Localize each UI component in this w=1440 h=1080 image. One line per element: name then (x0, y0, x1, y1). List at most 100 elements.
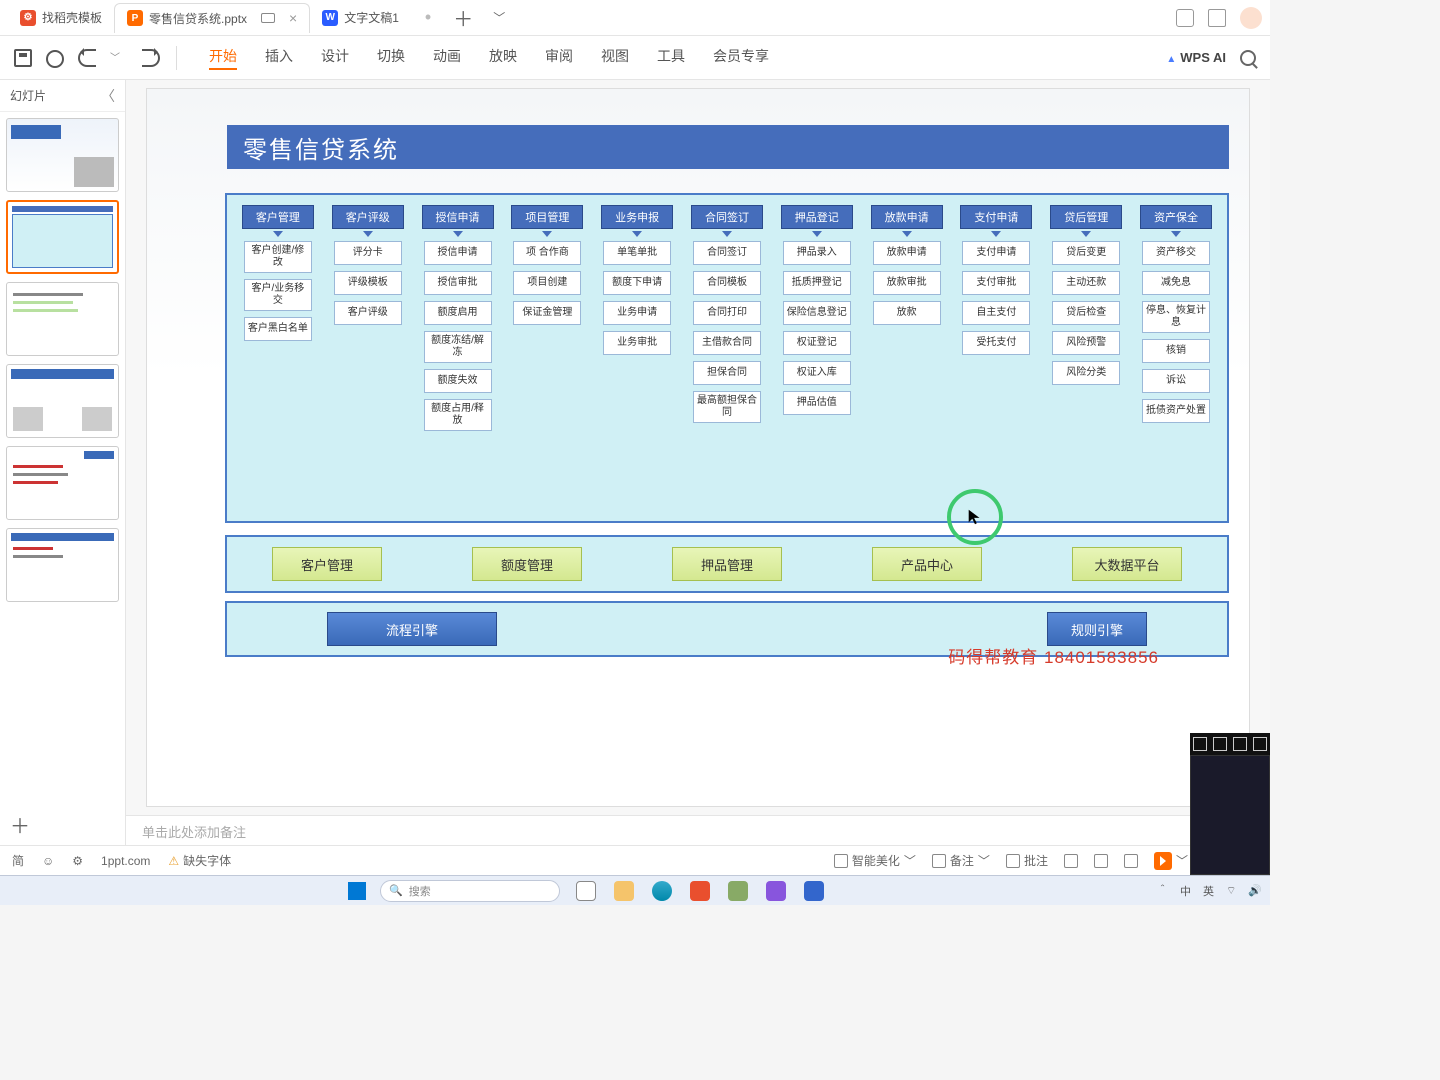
taskbar: 🔍 搜索 ＾ 中 英 ⌔ 🔊 (0, 875, 1270, 905)
notes-area[interactable]: 单击此处添加备注 (126, 815, 1270, 845)
column: 资产保全资产移交减免息停息、恢复计息核销诉讼抵债资产处置 (1133, 205, 1219, 511)
window-icon[interactable] (261, 13, 275, 23)
slide[interactable]: 零售信贷系统 客户管理客户创建/修改客户/业务移交客户黑白名单客户评级评分卡评级… (146, 88, 1250, 807)
thumbnail[interactable] (6, 118, 119, 192)
windows-start-icon[interactable] (348, 882, 366, 900)
menu-animation[interactable]: 动画 (433, 46, 461, 70)
webcam-controls[interactable] (1190, 733, 1270, 755)
wps-ai-button[interactable]: WPS AI (1166, 50, 1226, 65)
status-source: 1ppt.com (101, 854, 150, 868)
column: 客户管理客户创建/修改客户/业务移交客户黑白名单 (235, 205, 321, 511)
cursor-highlight (947, 489, 1003, 545)
redo-icon[interactable] (142, 49, 160, 67)
green-button: 大数据平台 (1072, 547, 1182, 581)
cell: 额度下申请 (603, 271, 671, 295)
cell: 受托支付 (962, 331, 1030, 355)
thumbnail[interactable] (6, 446, 119, 520)
thumbnail[interactable] (6, 282, 119, 356)
avatar[interactable] (1240, 7, 1262, 29)
gear-icon[interactable]: ⚙ (72, 854, 83, 868)
tab-pptx[interactable]: P 零售信贷系统.pptx × (114, 3, 310, 33)
app-icon[interactable] (804, 881, 824, 901)
sound-icon[interactable]: 🔊 (1248, 884, 1262, 897)
view-normal-icon[interactable] (1064, 854, 1078, 868)
outline-label[interactable]: 幻灯片 (10, 87, 46, 104)
status-bar: 简 ☺ ⚙ 1ppt.com 缺失字体 智能美化 ﹀ 备注 ﹀ 批注 ﹀ 88% (0, 845, 1270, 875)
cell: 额度启用 (424, 301, 492, 325)
arrow-icon (991, 231, 1001, 237)
taskbar-search[interactable]: 🔍 搜索 (380, 880, 560, 902)
app-icon[interactable] (728, 881, 748, 901)
status-left[interactable]: 简 (12, 852, 24, 869)
edge-icon[interactable] (652, 881, 672, 901)
emoji-icon[interactable]: ☺ (42, 854, 54, 868)
thumbnail[interactable] (6, 364, 119, 438)
ime-icon[interactable]: 中 (1180, 883, 1191, 899)
notes-button[interactable]: 备注 ﹀ (932, 852, 990, 869)
print-icon[interactable] (14, 49, 32, 67)
column-header: 项目管理 (511, 205, 583, 229)
cell: 保险信息登记 (783, 301, 851, 325)
wps-icon[interactable] (690, 881, 710, 901)
menu-slideshow[interactable]: 放映 (489, 46, 517, 70)
play-button[interactable]: ﹀ (1154, 852, 1188, 870)
add-slide-button[interactable]: ＋ (0, 804, 125, 845)
wifi-icon[interactable]: ⌔ (1226, 884, 1236, 898)
view-sorter-icon[interactable] (1094, 854, 1108, 868)
cube-icon[interactable] (1208, 9, 1226, 27)
undo-caret-icon[interactable]: ﹀ (110, 49, 128, 67)
view-reading-icon[interactable] (1124, 854, 1138, 868)
tab-label: 零售信贷系统.pptx (149, 10, 247, 27)
tab-doc[interactable]: W 文字文稿1 • (310, 3, 443, 33)
collapse-icon[interactable]: 〈 (101, 86, 115, 106)
column-header: 支付申请 (960, 205, 1032, 229)
cell: 减免息 (1142, 271, 1210, 295)
undo-icon[interactable] (78, 49, 96, 67)
menu-view[interactable]: 视图 (601, 46, 629, 70)
thumbnail[interactable] (6, 200, 119, 274)
close-icon[interactable]: × (289, 10, 297, 26)
new-tab-button[interactable]: ＋ (443, 3, 483, 32)
taskview-icon[interactable] (576, 881, 596, 901)
slide-panel: 幻灯片 〈 ＋ (0, 80, 126, 845)
menu-start[interactable]: 开始 (209, 46, 237, 70)
explorer-icon[interactable] (614, 881, 634, 901)
comments-button[interactable]: 批注 (1006, 852, 1048, 869)
column: 客户评级评分卡评级模板客户评级 (325, 205, 411, 511)
lang-icon[interactable]: 英 (1203, 883, 1214, 899)
panel-icon[interactable] (1176, 9, 1194, 27)
cell: 合同模板 (693, 271, 761, 295)
cell: 额度冻结/解冻 (424, 331, 492, 363)
tray-chevron-icon[interactable]: ＾ (1157, 883, 1168, 899)
beautify-button[interactable]: 智能美化 ﹀ (834, 852, 916, 869)
search-icon[interactable] (1240, 50, 1256, 66)
menu-insert[interactable]: 插入 (265, 46, 293, 70)
cell: 额度失效 (424, 369, 492, 393)
menu-review[interactable]: 审阅 (545, 46, 573, 70)
green-button: 产品中心 (872, 547, 982, 581)
cell: 风险分类 (1052, 361, 1120, 385)
canvas: 零售信贷系统 客户管理客户创建/修改客户/业务移交客户黑白名单客户评级评分卡评级… (126, 80, 1270, 845)
menu-member[interactable]: 会员专享 (713, 46, 769, 70)
tab-template[interactable]: ⚙ 找稻壳模板 (8, 3, 114, 33)
watermark: 码得帮教育 18401583856 (948, 643, 1159, 668)
arrow-icon (812, 231, 822, 237)
thumbnail[interactable] (6, 528, 119, 602)
cell: 评分卡 (334, 241, 402, 265)
thumbnails (0, 112, 125, 804)
green-button: 客户管理 (272, 547, 382, 581)
cell: 支付审批 (962, 271, 1030, 295)
cell: 核销 (1142, 339, 1210, 363)
menu-design[interactable]: 设计 (321, 46, 349, 70)
menu-transition[interactable]: 切换 (377, 46, 405, 70)
preview-icon[interactable] (46, 50, 64, 68)
arrow-icon (363, 231, 373, 237)
tab-menu-button[interactable]: ﹀ (483, 9, 515, 26)
menu-tools[interactable]: 工具 (657, 46, 685, 70)
app-icon[interactable] (766, 881, 786, 901)
column-header: 资产保全 (1140, 205, 1212, 229)
cell: 放款审批 (873, 271, 941, 295)
missing-font-warning[interactable]: 缺失字体 (168, 852, 231, 869)
green-button: 押品管理 (672, 547, 782, 581)
cell: 权证登记 (783, 331, 851, 355)
